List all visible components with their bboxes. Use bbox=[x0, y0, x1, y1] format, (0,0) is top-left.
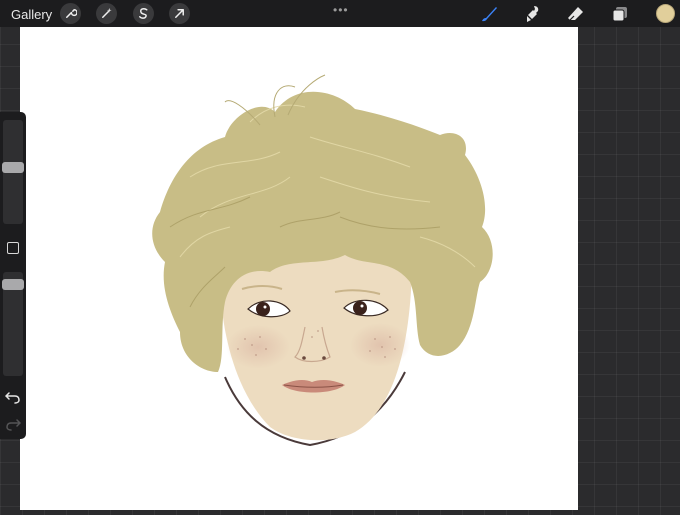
brush-icon bbox=[482, 7, 497, 22]
modify-button[interactable] bbox=[7, 242, 19, 254]
opacity-thumb[interactable] bbox=[2, 279, 24, 290]
adjustments-button[interactable] bbox=[96, 3, 117, 24]
portrait-artwork bbox=[152, 74, 493, 447]
arrow-cursor-icon bbox=[175, 9, 184, 18]
selection-s-icon bbox=[139, 8, 148, 19]
smudge-button[interactable] bbox=[522, 3, 544, 25]
drawing-canvas[interactable] bbox=[20, 27, 578, 510]
color-swatch[interactable] bbox=[656, 4, 675, 23]
actions-button[interactable] bbox=[60, 3, 81, 24]
smudge-icon bbox=[527, 6, 539, 22]
eraser-button[interactable] bbox=[565, 3, 587, 25]
opacity-slider[interactable] bbox=[2, 272, 24, 376]
layers-icon bbox=[612, 7, 627, 22]
gallery-button[interactable]: Gallery bbox=[11, 7, 52, 22]
eraser-icon bbox=[568, 7, 583, 21]
brush-button[interactable] bbox=[478, 3, 500, 25]
brush-size-slider[interactable] bbox=[2, 120, 24, 224]
wrench-icon bbox=[66, 9, 77, 18]
brush-size-thumb[interactable] bbox=[2, 162, 24, 173]
top-toolbar: Gallery ••• bbox=[0, 0, 680, 27]
left-sidebar bbox=[0, 112, 26, 439]
more-options-dots[interactable]: ••• bbox=[333, 3, 349, 17]
transform-button[interactable] bbox=[169, 3, 190, 24]
redo-icon[interactable] bbox=[5, 417, 21, 431]
selection-button[interactable] bbox=[133, 3, 154, 24]
magic-wand-icon bbox=[102, 7, 112, 18]
undo-icon[interactable] bbox=[5, 390, 21, 404]
layers-button[interactable] bbox=[609, 3, 631, 25]
